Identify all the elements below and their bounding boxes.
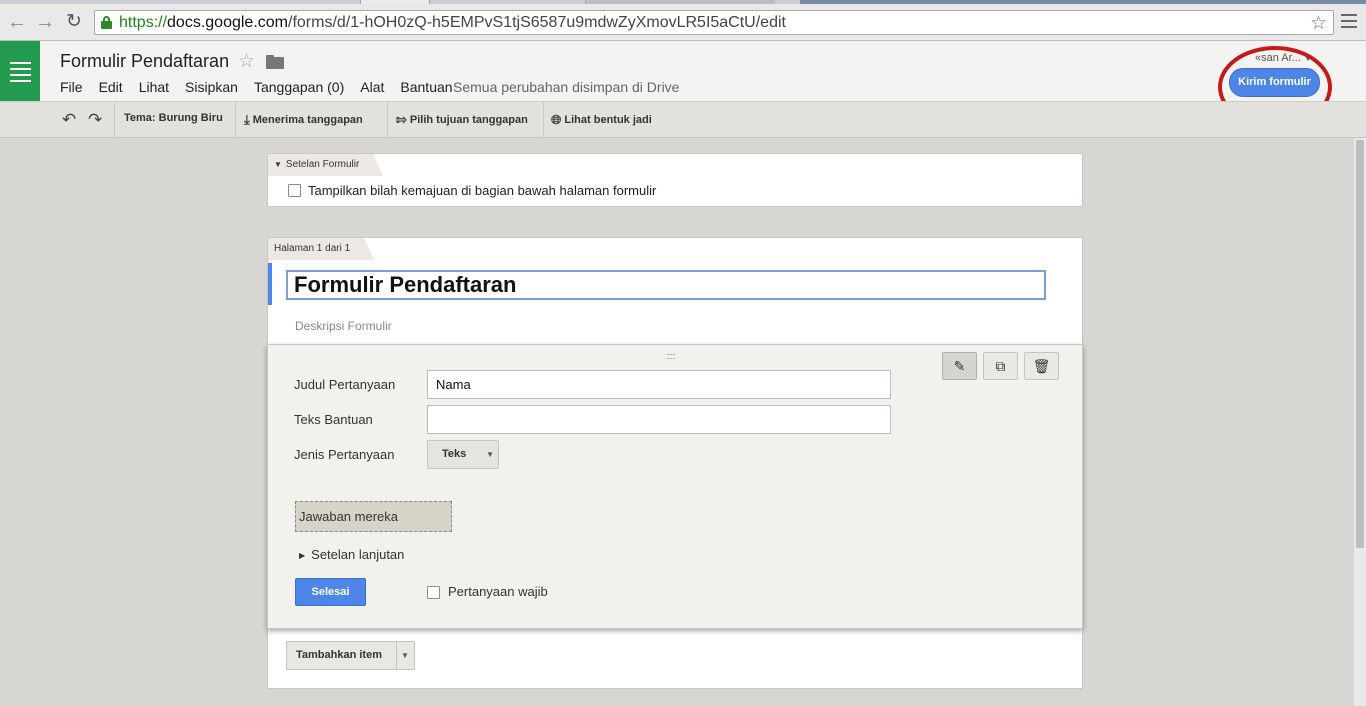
- export-icon: ⇰: [396, 112, 407, 127]
- accept-responses-button[interactable]: ⤓ Menerima tanggapan: [244, 112, 363, 128]
- menu-tools[interactable]: Alat: [360, 79, 384, 95]
- question-type-label: Jenis Pertanyaan: [294, 447, 395, 462]
- required-label: Pertanyaan wajib: [448, 584, 548, 599]
- form-settings-card: ▼ Setelan Formulir Tampilkan bilah kemaju…: [267, 153, 1083, 207]
- help-text-label: Teks Bantuan: [294, 412, 373, 427]
- question-title-input[interactable]: Nama: [427, 370, 891, 399]
- folder-icon[interactable]: [266, 55, 284, 69]
- duplicate-button[interactable]: ⧉: [983, 352, 1018, 380]
- save-status: Semua perubahan disimpan di Drive: [453, 79, 680, 95]
- form-settings-tab[interactable]: ▼ Setelan Formulir: [268, 154, 384, 176]
- menu-responses[interactable]: Tanggapan (0): [254, 79, 344, 95]
- redo-icon[interactable]: ↷: [88, 110, 102, 130]
- copy-icon: ⧉: [995, 358, 1006, 374]
- pencil-icon: ✎: [953, 358, 966, 374]
- menu-file[interactable]: File: [60, 79, 83, 95]
- undo-icon[interactable]: ↶: [62, 110, 76, 130]
- menu-bar: File Edit Lihat Sisipkan Tanggapan (0) Alat Ba…: [60, 79, 469, 95]
- hamburger-menu-icon[interactable]: [1341, 14, 1357, 30]
- browser-toolbar: ← → ↻ https://docs.google.com/forms/d/1-…: [0, 4, 1366, 41]
- forms-header: Formulir Pendaftaran ☆ File Edit Lihat Sisi…: [0, 41, 1366, 128]
- help-text-input[interactable]: [427, 405, 891, 434]
- reload-icon[interactable]: ↻: [63, 11, 85, 33]
- page-tab: Halaman 1 dari 1: [268, 238, 375, 260]
- choose-destination-button[interactable]: ⇰ Pilih tujuan tanggapan: [396, 112, 528, 128]
- trash-icon: 🗑︎: [1032, 358, 1051, 374]
- globe-icon: 🌐︎: [551, 112, 562, 127]
- menu-insert[interactable]: Sisipkan: [185, 79, 238, 95]
- required-checkbox[interactable]: [427, 586, 440, 599]
- drag-handle-icon[interactable]: ::::::: [666, 352, 686, 361]
- forward-arrow-icon[interactable]: →: [34, 11, 56, 33]
- page-scrollbar[interactable]: [1354, 138, 1366, 706]
- view-live-form-button[interactable]: 🌐︎ Lihat bentuk jadi: [551, 112, 652, 128]
- done-button[interactable]: Selesai: [295, 578, 366, 606]
- lock-icon: [101, 16, 112, 29]
- question-title-label: Judul Pertanyaan: [294, 377, 396, 392]
- caret-down-icon: ▼: [274, 160, 282, 169]
- delete-button[interactable]: 🗑︎: [1024, 352, 1059, 380]
- url-text[interactable]: https://docs.google.com/forms/d/1-hOH0zQ…: [119, 14, 786, 32]
- chevron-down-icon: ▼: [486, 450, 494, 459]
- form-toolbar: ↶ ↷ Tema: Burung Biru ⤓ Menerima tanggapa…: [0, 101, 1366, 138]
- theme-button[interactable]: Tema: Burung Biru: [124, 112, 223, 124]
- scroll-thumb[interactable]: [1356, 140, 1364, 548]
- menu-edit[interactable]: Edit: [99, 79, 123, 95]
- star-icon[interactable]: ☆: [238, 50, 255, 73]
- progress-bar-checkbox[interactable]: [288, 184, 301, 197]
- document-title[interactable]: Formulir Pendaftaran: [60, 51, 229, 72]
- address-bar[interactable]: https://docs.google.com/forms/d/1-hOH0zQ…: [94, 10, 1334, 35]
- menu-view[interactable]: Lihat: [139, 79, 169, 95]
- edit-button[interactable]: ✎: [942, 352, 977, 380]
- form-title-input[interactable]: Formulir Pendaftaran: [286, 270, 1046, 300]
- forms-app-icon[interactable]: [0, 41, 40, 101]
- progress-bar-label: Tampilkan bilah kemajuan di bagian bawah…: [308, 183, 657, 198]
- question-type-select[interactable]: Teks ▼: [427, 440, 499, 469]
- download-tray-icon: ⤓: [244, 112, 250, 127]
- bookmark-star-icon[interactable]: ☆: [1310, 12, 1327, 35]
- answer-preview: Jawaban mereka: [295, 501, 452, 532]
- menu-help[interactable]: Bantuan: [400, 79, 452, 95]
- form-description-input[interactable]: Deskripsi Formulir: [295, 319, 392, 333]
- title-accent-bar: [268, 263, 272, 305]
- caret-right-icon: ▶: [299, 551, 306, 560]
- chevron-down-icon[interactable]: ▼: [401, 642, 409, 669]
- back-arrow-icon[interactable]: ←: [6, 11, 28, 33]
- advanced-settings-toggle[interactable]: ▶ Setelan lanjutan: [299, 547, 404, 562]
- add-item-button[interactable]: Tambahkan item ▼: [286, 641, 415, 670]
- question-edit-panel: :::::: Judul Pertanyaan Nama Teks Bantua…: [267, 344, 1083, 629]
